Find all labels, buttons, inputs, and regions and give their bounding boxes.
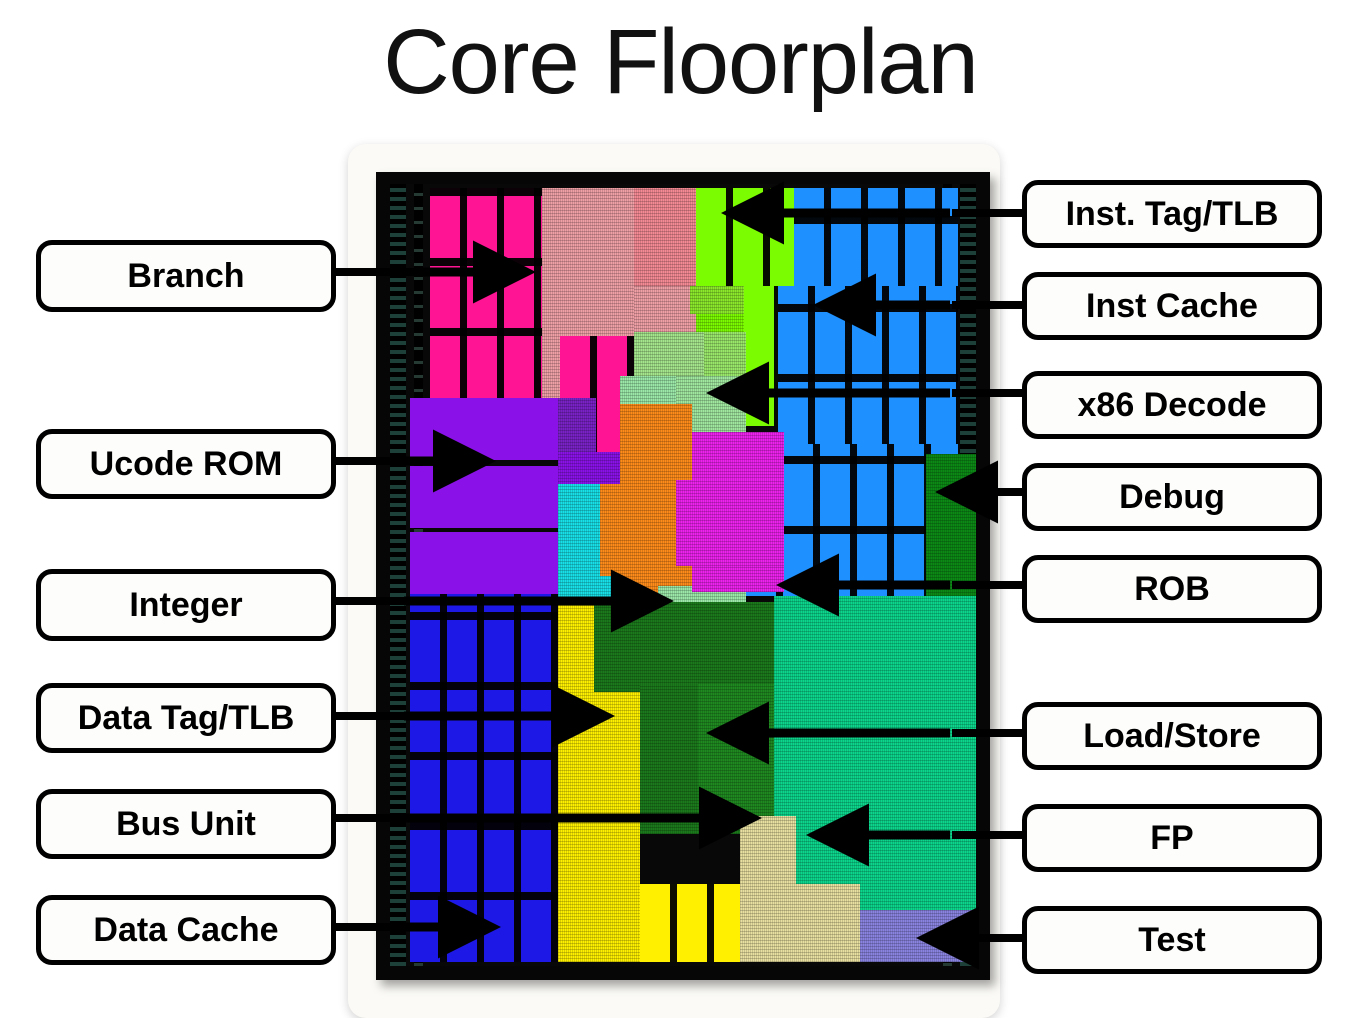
label-test-text: Test bbox=[1138, 920, 1206, 959]
label-data-tag-tlb[interactable]: Data Tag/TLB bbox=[36, 683, 336, 753]
label-ucode-rom[interactable]: Ucode ROM bbox=[36, 429, 336, 499]
label-inst-tag-tlb-text: Inst. Tag/TLB bbox=[1065, 194, 1279, 233]
label-data-tag-tlb-text: Data Tag/TLB bbox=[77, 698, 295, 737]
label-load-store[interactable]: Load/Store bbox=[1022, 702, 1322, 770]
label-inst-cache[interactable]: Inst Cache bbox=[1022, 272, 1322, 340]
label-branch-text: Branch bbox=[127, 256, 245, 295]
label-fp[interactable]: FP bbox=[1022, 804, 1322, 872]
label-bus-unit[interactable]: Bus Unit bbox=[36, 789, 336, 859]
label-branch[interactable]: Branch bbox=[36, 240, 336, 312]
label-test[interactable]: Test bbox=[1022, 906, 1322, 974]
label-load-store-text: Load/Store bbox=[1083, 716, 1261, 755]
label-x86-decode-text: x86 Decode bbox=[1077, 385, 1267, 424]
label-ucode-rom-text: Ucode ROM bbox=[89, 444, 283, 483]
label-debug[interactable]: Debug bbox=[1022, 463, 1322, 531]
label-rob[interactable]: ROB bbox=[1022, 555, 1322, 623]
label-data-cache-text: Data Cache bbox=[93, 910, 279, 949]
label-inst-cache-text: Inst Cache bbox=[1086, 286, 1258, 325]
label-inst-tag-tlb[interactable]: Inst. Tag/TLB bbox=[1022, 180, 1322, 248]
label-bus-unit-text: Bus Unit bbox=[116, 804, 256, 843]
label-debug-text: Debug bbox=[1119, 477, 1225, 516]
label-rob-text: ROB bbox=[1134, 569, 1210, 608]
label-x86-decode[interactable]: x86 Decode bbox=[1022, 371, 1322, 439]
label-integer-text: Integer bbox=[129, 585, 243, 624]
label-data-cache[interactable]: Data Cache bbox=[36, 895, 336, 965]
label-fp-text: FP bbox=[1150, 818, 1194, 857]
label-integer[interactable]: Integer bbox=[36, 569, 336, 641]
